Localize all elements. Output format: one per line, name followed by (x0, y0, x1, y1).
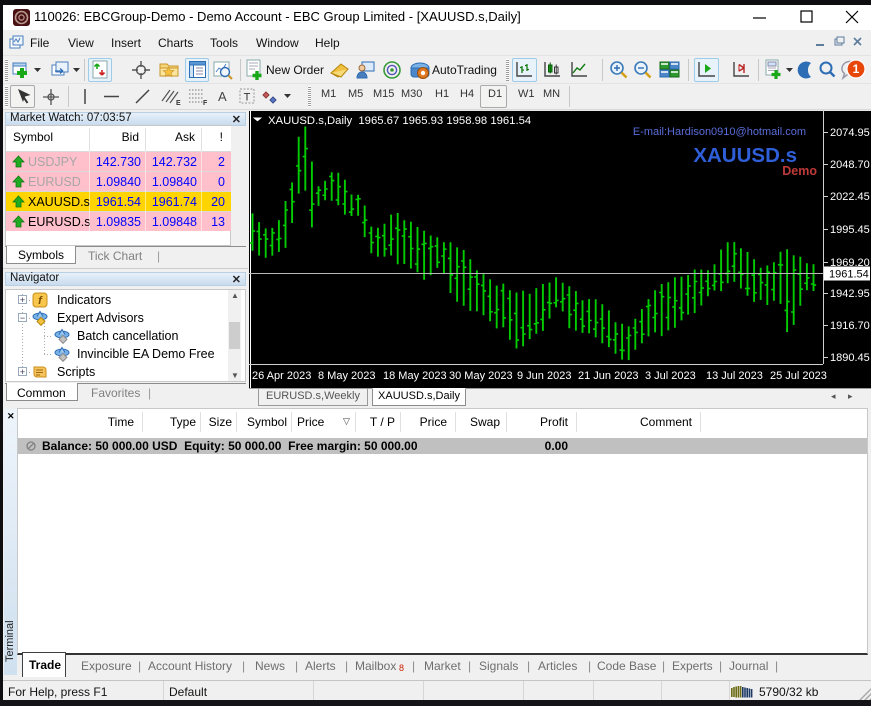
svg-text:18 May 2023: 18 May 2023 (383, 370, 447, 382)
svg-text:21 Jun 2023: 21 Jun 2023 (578, 370, 639, 382)
svg-text:3 Jul 2023: 3 Jul 2023 (645, 370, 696, 382)
svg-text:Demo: Demo (782, 164, 817, 178)
svg-text:1942.95: 1942.95 (830, 288, 870, 300)
svg-text:1890.45: 1890.45 (830, 352, 870, 364)
svg-text:XAUUSD.s,Daily 1965.67 1965.9: XAUUSD.s,Daily 1965.67 1965.93 1958.98 1… (268, 115, 531, 127)
svg-text:E: E (176, 100, 181, 107)
svg-text:2022.45: 2022.45 (830, 191, 870, 203)
svg-text:E-mail:Hardison0910@hotmail.co: E-mail:Hardison0910@hotmail.com (633, 126, 806, 138)
svg-text:1995.45: 1995.45 (830, 224, 870, 236)
svg-text:F: F (203, 100, 208, 107)
svg-text:2074.95: 2074.95 (830, 127, 870, 139)
svg-text:1961.54: 1961.54 (829, 269, 869, 281)
svg-text:9 Jun 2023: 9 Jun 2023 (517, 370, 571, 382)
svg-text:25 Jul 2023: 25 Jul 2023 (770, 370, 827, 382)
svg-text:8 May 2023: 8 May 2023 (318, 370, 375, 382)
svg-text:1916.70: 1916.70 (830, 320, 870, 332)
svg-text:T: T (244, 92, 251, 104)
svg-text:2048.70: 2048.70 (830, 159, 870, 171)
svg-text:26 Apr 2023: 26 Apr 2023 (252, 370, 311, 382)
svg-text:30 May 2023: 30 May 2023 (449, 370, 513, 382)
svg-text:13 Jul 2023: 13 Jul 2023 (706, 370, 763, 382)
svg-text:1: 1 (853, 62, 860, 76)
